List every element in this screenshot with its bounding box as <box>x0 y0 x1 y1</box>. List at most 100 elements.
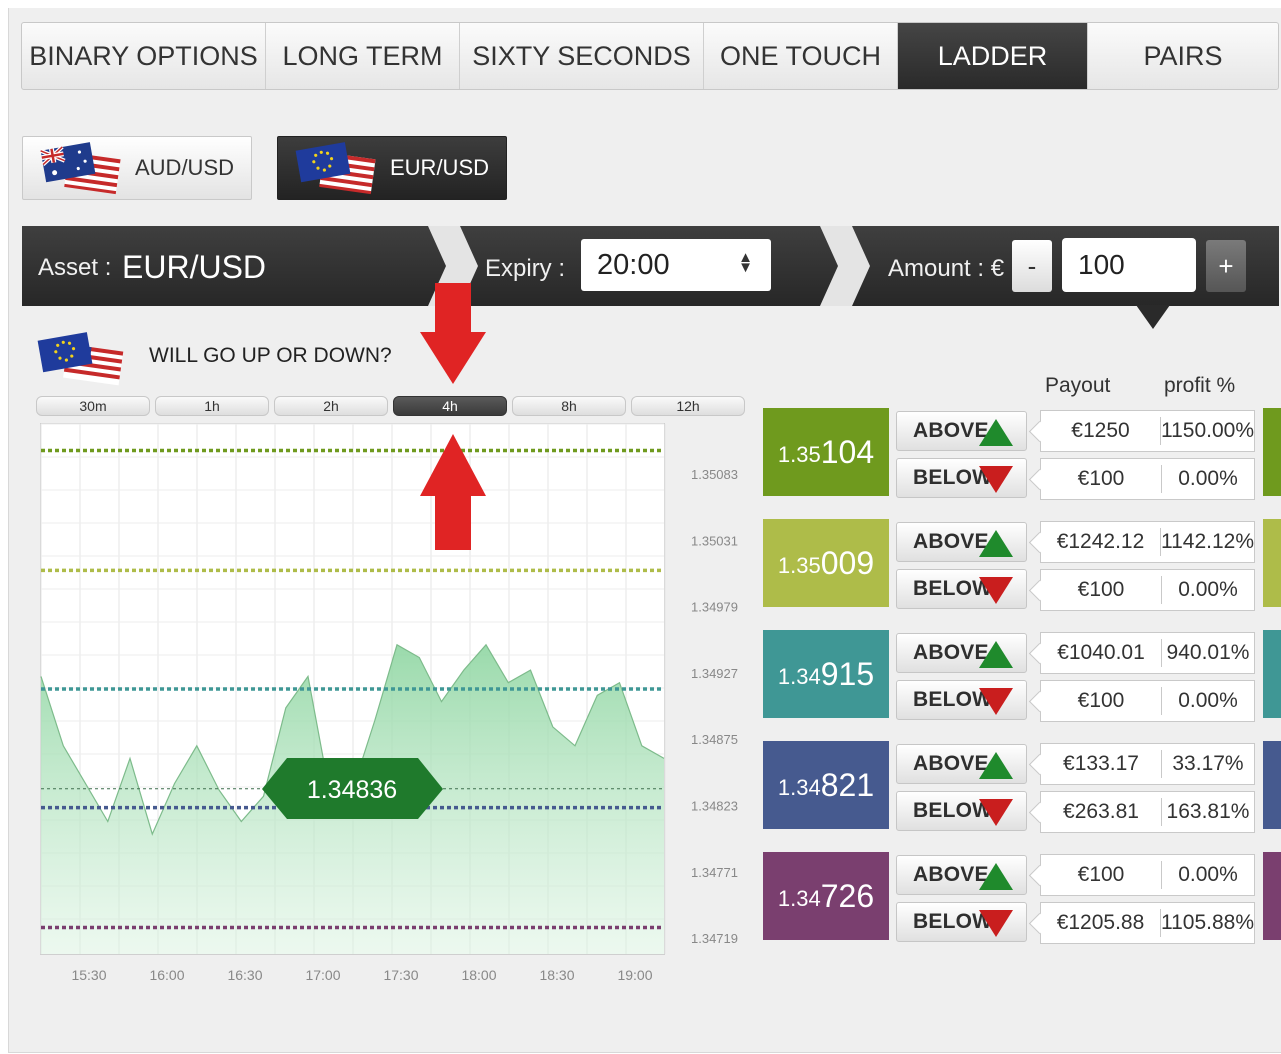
below-payout: €1205.88 <box>1041 909 1161 937</box>
above-button[interactable]: ABOVE <box>896 411 1027 451</box>
above-payout: €100 <box>1041 861 1162 889</box>
below-payout: €100 <box>1041 465 1162 493</box>
price-prefix: 1.34 <box>777 775 821 800</box>
above-payout: €1250 <box>1041 417 1161 445</box>
above-payout-box: €1250 1150.00% <box>1040 410 1255 452</box>
amount-input[interactable]: 100 <box>1062 238 1196 292</box>
amount-label: Amount : € <box>888 255 1005 282</box>
green-up-arrow-icon <box>979 419 1013 446</box>
above-profit: 33.17% <box>1172 752 1244 775</box>
y-tick-label: 1.34719 <box>691 931 738 946</box>
x-tick-label: 19:00 <box>617 967 652 983</box>
ladder-edge-indicator <box>1263 630 1281 718</box>
price-suffix: 821 <box>820 766 875 803</box>
chevron-separator <box>820 226 870 306</box>
increase-amount-button[interactable]: + <box>1206 240 1246 292</box>
pointer-notch-icon <box>1136 305 1170 329</box>
ladder-price-level: 1.34 726 <box>763 852 889 940</box>
profit-header: profit % <box>1164 374 1236 397</box>
below-payout-box: €100 0.00% <box>1040 569 1255 611</box>
x-tick-label: 17:30 <box>383 967 418 983</box>
below-button[interactable]: BELOW <box>896 791 1027 831</box>
below-payout-box: €100 0.00% <box>1040 680 1255 722</box>
above-profit: 0.00% <box>1178 863 1238 886</box>
below-profit: 163.81% <box>1166 800 1250 823</box>
y-tick-label: 1.34823 <box>691 799 738 814</box>
ladder-price-level: 1.35 009 <box>763 519 889 607</box>
current-price-text: 1.34836 <box>307 776 397 804</box>
above-button[interactable]: ABOVE <box>896 633 1027 673</box>
ladder-price-level: 1.34 915 <box>763 630 889 718</box>
below-button[interactable]: BELOW <box>896 902 1027 942</box>
red-down-arrow-icon <box>979 910 1013 937</box>
below-payout: €100 <box>1041 576 1162 604</box>
price-suffix: 915 <box>820 655 875 692</box>
y-tick-label: 1.35031 <box>691 533 738 548</box>
ladder-edge-indicator <box>1263 519 1281 607</box>
red-down-arrow-icon <box>979 799 1013 826</box>
y-tick-label: 1.35083 <box>691 467 738 482</box>
red-down-arrow-icon <box>979 577 1013 604</box>
x-tick-label: 18:00 <box>461 967 496 983</box>
decrease-amount-button[interactable]: - <box>1012 240 1052 292</box>
below-payout: €263.81 <box>1041 798 1162 826</box>
red-arrow-down-icon <box>420 283 486 384</box>
payout-header: Payout <box>1045 374 1111 397</box>
below-profit: 0.00% <box>1178 689 1238 712</box>
tab-ladder[interactable]: LADDER <box>898 23 1088 89</box>
price-prefix: 1.34 <box>777 886 821 911</box>
y-tick-label: 1.34771 <box>691 865 738 880</box>
above-button[interactable]: ABOVE <box>896 522 1027 562</box>
green-up-arrow-icon <box>979 641 1013 668</box>
price-suffix: 009 <box>820 544 875 581</box>
price-prefix: 1.35 <box>777 553 821 578</box>
green-up-arrow-icon <box>979 530 1013 557</box>
current-price-marker: 1.34836 <box>262 758 443 819</box>
green-up-arrow-icon <box>979 863 1013 890</box>
y-tick-label: 1.34927 <box>691 666 738 681</box>
above-payout-box: €1040.01 940.01% <box>1040 632 1255 674</box>
above-button[interactable]: ABOVE <box>896 855 1027 895</box>
green-up-arrow-icon <box>979 752 1013 779</box>
y-tick-label: 1.34979 <box>691 600 738 615</box>
above-payout: €1040.01 <box>1041 639 1162 667</box>
price-suffix: 726 <box>820 877 875 914</box>
red-down-arrow-icon <box>979 688 1013 715</box>
below-button[interactable]: BELOW <box>896 680 1027 720</box>
below-button[interactable]: BELOW <box>896 458 1027 498</box>
price-suffix: 104 <box>820 433 875 470</box>
above-profit: 1150.00% <box>1160 419 1254 442</box>
ladder-price-level: 1.35 104 <box>763 408 889 496</box>
below-payout: €100 <box>1041 687 1162 715</box>
above-payout-box: €133.17 33.17% <box>1040 743 1255 785</box>
above-payout-box: €1242.12 1142.12% <box>1040 521 1255 563</box>
below-payout-box: €263.81 163.81% <box>1040 791 1255 833</box>
above-payout: €133.17 <box>1041 750 1162 778</box>
above-payout-box: €100 0.00% <box>1040 854 1255 896</box>
ladder-edge-indicator <box>1263 408 1281 496</box>
below-profit: 1105.88% <box>1160 911 1254 934</box>
below-profit: 0.00% <box>1178 467 1238 490</box>
below-payout-box: €100 0.00% <box>1040 458 1255 500</box>
below-profit: 0.00% <box>1178 578 1238 601</box>
price-prefix: 1.35 <box>777 442 821 467</box>
x-tick-label: 17:00 <box>305 967 340 983</box>
above-payout: €1242.12 <box>1041 528 1161 556</box>
below-payout-box: €1205.88 1105.88% <box>1040 902 1255 944</box>
y-tick-label: 1.34875 <box>691 732 738 747</box>
x-tick-label: 15:30 <box>71 967 106 983</box>
x-tick-label: 16:00 <box>149 967 184 983</box>
above-profit: 940.01% <box>1166 641 1250 664</box>
ladder-edge-indicator <box>1263 741 1281 829</box>
price-prefix: 1.34 <box>777 664 821 689</box>
below-button[interactable]: BELOW <box>896 569 1027 609</box>
x-tick-label: 18:30 <box>539 967 574 983</box>
ladder-price-level: 1.34 821 <box>763 741 889 829</box>
tab-pairs[interactable]: PAIRS <box>1088 23 1278 89</box>
x-tick-label: 16:30 <box>227 967 262 983</box>
ladder-edge-indicator <box>1263 852 1281 940</box>
red-down-arrow-icon <box>979 466 1013 493</box>
price-chart-svg: 1.35083 1.35031 1.34979 1.34927 1.34875 1.348… <box>40 283 738 983</box>
above-profit: 1142.12% <box>1160 530 1254 553</box>
above-button[interactable]: ABOVE <box>896 744 1027 784</box>
